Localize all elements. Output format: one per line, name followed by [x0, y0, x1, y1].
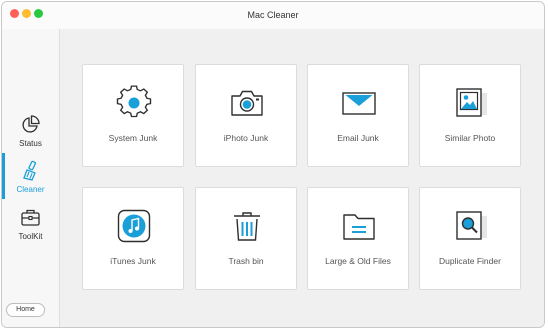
- title-bar: Mac Cleaner: [2, 2, 544, 30]
- sidebar-item-status[interactable]: Status: [2, 112, 59, 154]
- sidebar-item-toolkit[interactable]: ToolKit: [2, 205, 59, 247]
- trash-icon: [229, 208, 265, 244]
- magnifier-document-icon: [453, 208, 489, 244]
- main-content: System Junk iPhoto Junk Email Junk Simil…: [60, 29, 544, 327]
- trash-bin-card[interactable]: Trash bin: [195, 187, 297, 290]
- card-label: System Junk: [108, 133, 158, 143]
- system-junk-card[interactable]: System Junk: [82, 64, 184, 167]
- sidebar-item-label: ToolKit: [18, 232, 43, 241]
- card-label: Duplicate Finder: [439, 256, 501, 266]
- sidebar-item-cleaner[interactable]: Cleaner: [2, 158, 59, 200]
- sidebar: Status Cleaner ToolKit Home: [2, 29, 60, 327]
- card-label: Similar Photo: [444, 133, 496, 143]
- duplicate-finder-card[interactable]: Duplicate Finder: [419, 187, 521, 290]
- window-title: Mac Cleaner: [247, 10, 299, 20]
- large-old-files-card[interactable]: Large & Old Files: [307, 187, 409, 290]
- card-label: Large & Old Files: [325, 256, 391, 266]
- pie-chart-icon: [20, 114, 41, 135]
- music-note-icon: [116, 208, 152, 244]
- home-button[interactable]: Home: [6, 303, 45, 317]
- card-label: iTunes Junk: [110, 256, 156, 266]
- itunes-junk-card[interactable]: iTunes Junk: [82, 187, 184, 290]
- sidebar-item-label: Status: [19, 139, 42, 148]
- similar-photo-card[interactable]: Similar Photo: [419, 64, 521, 167]
- card-label: Trash bin: [228, 256, 264, 266]
- envelope-icon: [341, 85, 377, 121]
- card-label: Email Junk: [337, 133, 379, 143]
- camera-icon: [229, 85, 265, 121]
- card-label: iPhoto Junk: [223, 133, 269, 143]
- photo-icon: [453, 85, 489, 121]
- broom-icon: [20, 160, 41, 181]
- gear-icon: [116, 85, 152, 121]
- sidebar-item-label: Cleaner: [16, 185, 45, 194]
- email-junk-card[interactable]: Email Junk: [307, 64, 409, 167]
- toolbox-icon: [20, 207, 41, 228]
- iphoto-junk-card[interactable]: iPhoto Junk: [195, 64, 297, 167]
- folder-icon: [341, 208, 377, 244]
- app-window: Mac Cleaner Status Cleaner ToolKit Home …: [1, 1, 545, 328]
